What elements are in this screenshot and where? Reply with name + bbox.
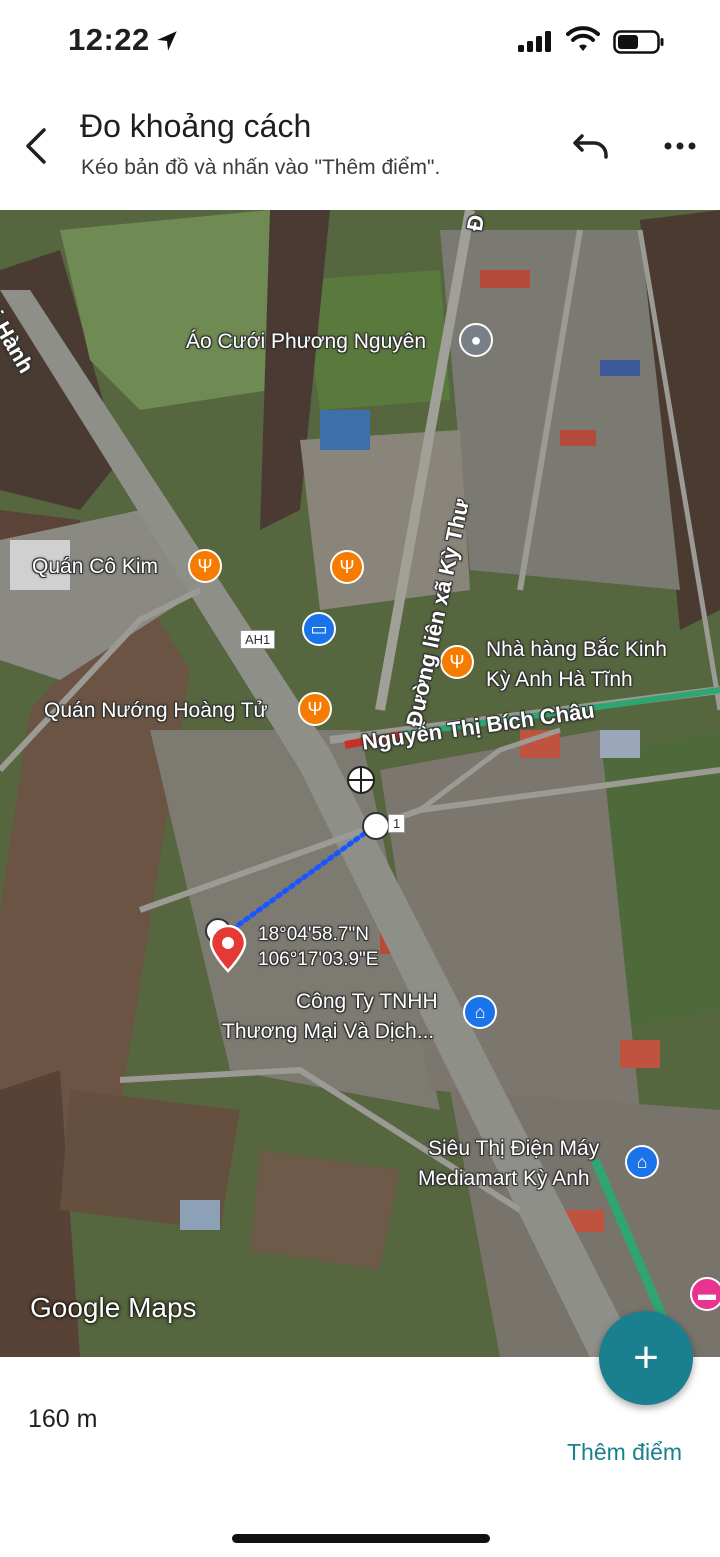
poi-nha-hang-label-1[interactable]: Nhà hàng Bắc Kinh <box>486 638 667 662</box>
google-maps-attribution: Google Maps <box>30 1292 197 1323</box>
poi-ao-cuoi-label[interactable]: Áo Cưới Phương Nguyên <box>186 330 426 354</box>
poi-hotel-pin[interactable]: ▬ <box>690 1277 720 1311</box>
home-indicator[interactable] <box>232 1534 490 1543</box>
poi-ao-cuoi-pin[interactable]: ● <box>459 323 493 357</box>
distance-value: 160 m <box>28 1405 98 1433</box>
wifi-icon <box>566 26 600 51</box>
poi-sieu-thi-pin[interactable]: ⌂ <box>625 1145 659 1179</box>
undo-button[interactable] <box>570 128 614 164</box>
poi-quan-co-kim-pin[interactable]: Ψ <box>188 549 222 583</box>
coordinates-readout: 18°04'58.7"N 106°17'03.9"E <box>258 922 378 972</box>
add-point-fab[interactable]: + <box>599 1311 693 1405</box>
back-button[interactable] <box>20 124 56 168</box>
poi-sieu-thi-label-2[interactable]: Mediamart Kỳ Anh <box>418 1167 590 1191</box>
satellite-map[interactable]: ● Áo Cưới Phương Nguyên Ψ Quán Cô Kim Ψ … <box>0 210 720 1357</box>
page-title: Đo khoảng cách <box>80 108 312 144</box>
coordinates-lat: 18°04'58.7"N <box>258 924 369 945</box>
road-sign-ah1: AH1 <box>240 630 276 649</box>
coordinates-lng: 106°17'03.9"E <box>258 949 379 970</box>
status-time: 12:22 <box>68 22 150 57</box>
poi-cong-ty-label-2[interactable]: Thương Mại Và Dịch... <box>222 1020 434 1044</box>
poi-restaurant-pin[interactable]: Ψ <box>330 550 364 584</box>
add-point-button[interactable]: Thêm điểm <box>567 1439 682 1466</box>
page-subtitle: Kéo bản đồ và nhấn vào "Thêm điểm". <box>81 156 441 179</box>
poi-atm-pin[interactable]: ▭ <box>302 612 336 646</box>
poi-nha-hang-label-2[interactable]: Kỳ Anh Hà Tĩnh <box>486 668 633 692</box>
measure-point-start[interactable] <box>362 812 390 840</box>
poi-cong-ty-pin[interactable]: ⌂ <box>463 995 497 1029</box>
battery-icon <box>613 30 664 54</box>
status-bar: 12:22 <box>0 0 720 88</box>
poi-quan-nuong-pin[interactable]: Ψ <box>298 692 332 726</box>
plus-icon: + <box>633 1333 659 1382</box>
poi-sieu-thi-label-1[interactable]: Siêu Thị Điện Máy <box>428 1137 599 1161</box>
app-header: Đo khoảng cách Kéo bản đồ và nhấn vào "T… <box>0 88 720 210</box>
location-arrow-icon <box>157 31 177 51</box>
poi-quan-co-kim-label[interactable]: Quán Cô Kim <box>32 555 158 579</box>
cellular-signal-icon <box>518 31 551 52</box>
road-sign-small: 1 <box>388 814 406 833</box>
poi-quan-nuong-label[interactable]: Quán Nướng Hoàng Tử <box>44 699 268 723</box>
map-crosshair-icon <box>347 766 375 794</box>
poi-nha-hang-pin[interactable]: Ψ <box>440 645 474 679</box>
red-location-pin-icon[interactable] <box>207 923 249 973</box>
more-options-button[interactable] <box>658 128 702 164</box>
poi-cong-ty-label-1[interactable]: Công Ty TNHH <box>296 990 438 1014</box>
